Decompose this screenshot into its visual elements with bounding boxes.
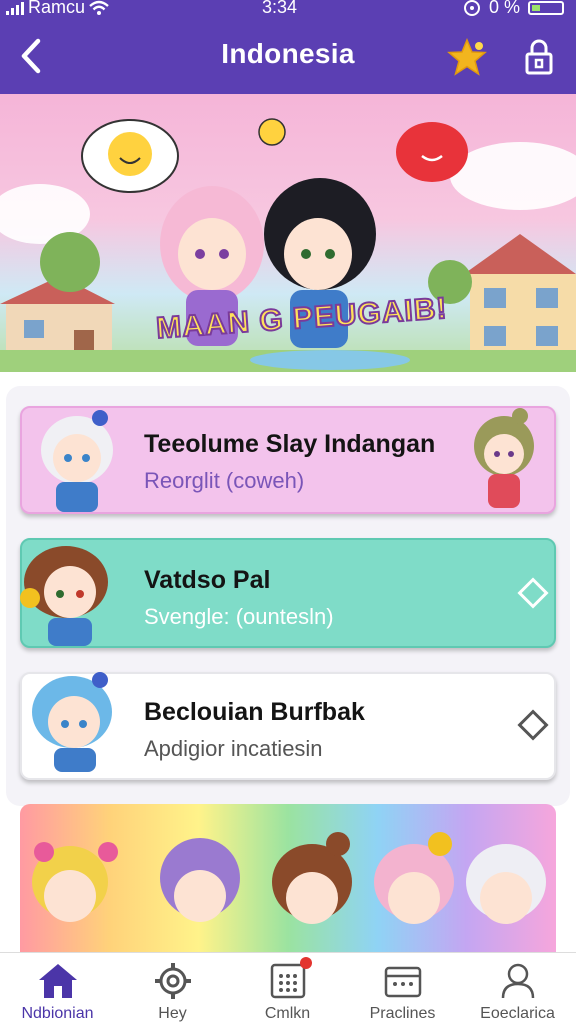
list-item-subtitle: Svengle: (ountesln) — [144, 604, 334, 629]
tab-label: Ndbionian — [21, 1005, 94, 1022]
list-item-subtitle: Reorglit (coweh) — [144, 468, 305, 493]
user-icon — [496, 961, 540, 1001]
list-item-title: Beclouian Burfbak — [144, 698, 365, 726]
list-item[interactable]: Teeolume Slay Indangan Reorglit (coweh) — [20, 406, 556, 514]
tab-home[interactable]: Ndbionian — [0, 953, 115, 1024]
tab-settings[interactable]: Hey — [115, 953, 230, 1024]
tab-label: Praclines — [369, 1005, 436, 1022]
tab-profile[interactable]: Eoeclarica — [460, 953, 575, 1024]
signal-icon — [6, 1, 24, 15]
list-item-subtitle: Apdigior incatiesin — [144, 736, 323, 761]
characters-illustration — [32, 832, 546, 924]
favorite-button[interactable] — [444, 34, 490, 80]
tab-calendar[interactable]: Praclines — [345, 953, 460, 1024]
list-item[interactable]: Beclouian Burfbak Apdigior incatiesin — [20, 672, 556, 780]
status-bar: Ramcu 3:34 0 % — [0, 0, 576, 24]
tab-label: Hey — [158, 1005, 187, 1022]
alarm-icon — [463, 0, 480, 16]
tab-label: Cmlkn — [264, 1005, 311, 1022]
list-item-title: Vatdso Pal — [144, 566, 271, 594]
avatar — [474, 408, 534, 508]
wifi-icon — [89, 0, 109, 15]
battery-icon — [528, 0, 564, 15]
lock-button[interactable] — [516, 34, 562, 80]
bottom-tab-bar: Ndbionian Hey Cmlkn Praclines Eoeclarica — [0, 952, 576, 1024]
calendar-icon — [381, 961, 425, 1001]
character-gallery[interactable] — [20, 804, 556, 954]
list-item[interactable]: Vatdso Pal Svengle: (ountesln) — [20, 538, 556, 648]
diamond-chevron-icon[interactable] — [517, 709, 549, 741]
avatar — [41, 410, 113, 512]
home-icon — [36, 961, 80, 1001]
app-header: Ramcu 3:34 0 % Indonesia — [0, 0, 576, 94]
lock-icon — [525, 39, 553, 75]
avatar — [32, 672, 112, 772]
avatar — [20, 546, 108, 646]
tab-keypad[interactable]: Cmlkn — [230, 953, 345, 1024]
list-item-title: Teeolume Slay Indangan — [144, 430, 436, 458]
tab-label: Eoeclarica — [480, 1005, 555, 1022]
status-time: 3:34 — [262, 0, 298, 17]
status-right: 0 % — [463, 0, 564, 18]
diamond-chevron-icon[interactable] — [517, 577, 549, 609]
notification-badge — [300, 957, 312, 969]
carrier-name: Ramcu — [28, 0, 86, 17]
hero-banner: MAAN G PEUGAIB! — [0, 94, 576, 372]
battery-percent: 0 % — [488, 0, 520, 17]
carrier-info: Ramcu — [6, 0, 109, 18]
star-icon — [447, 38, 487, 76]
gear-icon — [151, 961, 195, 1001]
